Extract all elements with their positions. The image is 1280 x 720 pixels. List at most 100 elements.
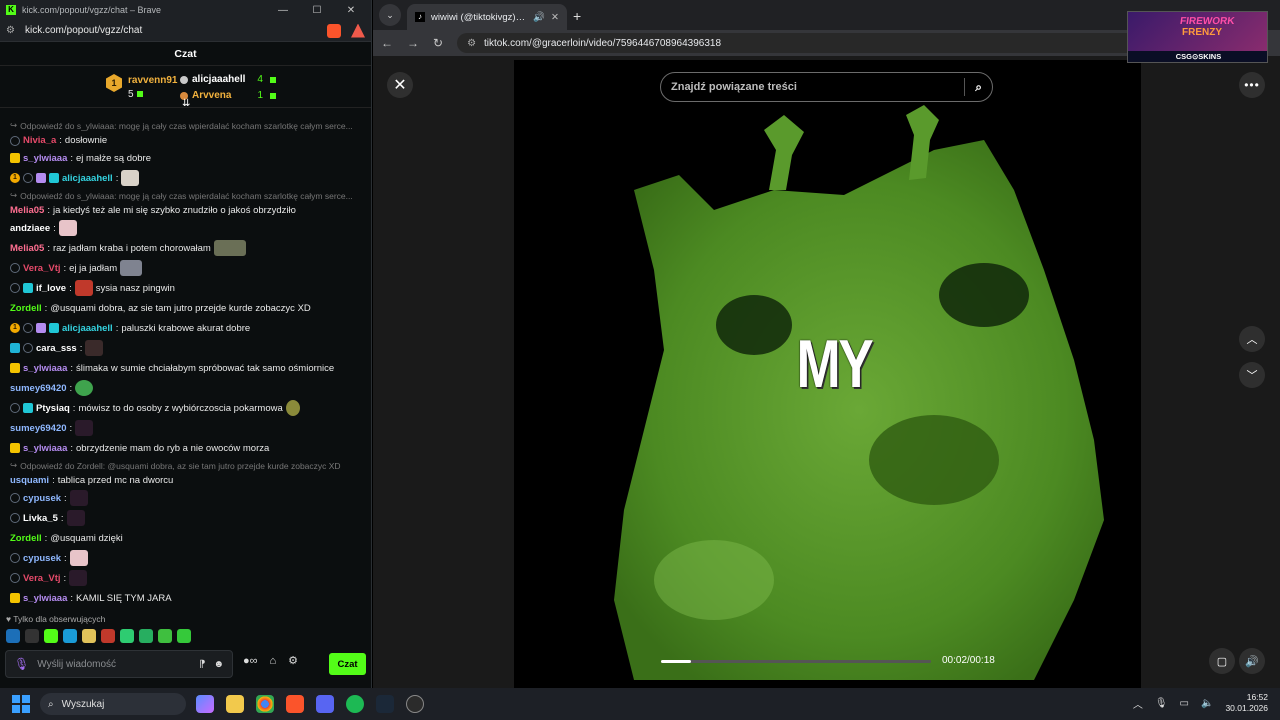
discord-icon[interactable] (316, 695, 334, 713)
related-search-input[interactable]: Znajdź powiązane treści ⌕ (660, 72, 993, 102)
more-options-button[interactable]: ••• (1239, 72, 1265, 98)
forward-icon[interactable]: → (407, 36, 419, 50)
chat-username[interactable]: Ptysiaq (36, 403, 70, 414)
chat-username[interactable]: sumey69420 (10, 423, 67, 434)
send-chat-button[interactable]: Czat (329, 653, 366, 675)
emote-button[interactable] (82, 629, 96, 643)
reload-icon[interactable]: ↻ (433, 36, 443, 50)
speaker-icon[interactable]: 🔊 (533, 12, 545, 23)
emote-button[interactable] (158, 629, 172, 643)
chat-username[interactable]: usquami (10, 475, 49, 486)
chat-username[interactable]: cara_sss (36, 343, 77, 354)
emote-button[interactable] (177, 629, 191, 643)
brave-rewards-icon[interactable] (351, 23, 365, 38)
emote-image (58, 220, 77, 236)
steam-icon[interactable] (376, 695, 394, 713)
emote-button[interactable] (101, 629, 115, 643)
chat-text: @usquami dzięki (50, 532, 123, 544)
close-tab-icon[interactable]: ✕ (551, 12, 559, 23)
chat-username[interactable]: Melia05 (10, 205, 44, 216)
next-video-button[interactable]: ﹀ (1239, 362, 1265, 388)
gifter-row[interactable]: Arvvena 1 (180, 88, 277, 104)
browser-window: ⌄ ♪ wiwiwi (@tiktokivgz) | TikTok 🔊 ✕ + … (373, 0, 1280, 688)
spotify-icon[interactable] (346, 695, 364, 713)
chat-input[interactable]: 🎙 Wyślij wiadomość ⁋ ☻ (5, 650, 233, 678)
start-button[interactable] (12, 695, 30, 713)
chat-username[interactable]: alicjaaahell (62, 173, 113, 184)
maximize-button[interactable]: ☐ (303, 5, 331, 16)
close-window-button[interactable]: ✕ (337, 5, 365, 16)
chat-username[interactable]: Melia05 (10, 243, 44, 254)
volume-button[interactable]: 🔊 (1239, 648, 1265, 674)
new-tab-button[interactable]: + (573, 8, 581, 24)
tab-tiktok[interactable]: ♪ wiwiwi (@tiktokivgz) | TikTok 🔊 ✕ (407, 4, 567, 30)
settings-icon[interactable]: ⚙ (288, 654, 298, 667)
address-bar[interactable]: ⚙ tiktok.com/@gracerloin/video/759644670… (457, 33, 1138, 53)
brave-shields-icon[interactable] (327, 23, 341, 38)
chat-username[interactable]: s_ylwiaaa (23, 593, 67, 604)
app-icon[interactable] (406, 695, 424, 713)
chat-message: andziaee: (0, 218, 370, 238)
chat-message: Livka_5: (0, 508, 370, 528)
collapse-icon[interactable]: ⇊ (182, 98, 190, 109)
chat-username[interactable]: s_ylwiaaa (23, 443, 67, 454)
file-explorer-icon[interactable] (226, 695, 244, 713)
minimize-button[interactable]: — (269, 5, 297, 16)
chat-username[interactable]: Vera_Vtj (23, 263, 61, 274)
reply-header[interactable]: ↪ Odpowiedź do s_ylwiaaa: mogę ją cały c… (0, 188, 370, 203)
translate-icon[interactable]: ⁋ (199, 659, 205, 670)
taskbar-search[interactable]: ⌕ Wyszukaj (40, 693, 186, 715)
chat-username[interactable]: cypusek (23, 553, 61, 564)
emote-button[interactable] (120, 629, 134, 643)
chat-username[interactable]: Livka_5 (23, 513, 58, 524)
network-icon[interactable]: ▭ (1180, 698, 1189, 709)
reply-header[interactable]: ↪ Odpowiedź do s_ylwiaaa: mogę ją cały c… (0, 118, 370, 133)
tab-search-icon[interactable]: ⌄ (379, 4, 401, 26)
close-video-button[interactable]: ✕ (387, 72, 413, 98)
chat-username[interactable]: s_ylwiaaa (23, 363, 67, 374)
emote-button[interactable] (6, 629, 20, 643)
crown-badge-icon (10, 443, 20, 453)
gifter-row[interactable]: alicjaaahell 4 (180, 72, 276, 88)
vip-badge-icon (49, 323, 59, 333)
chat-input-placeholder[interactable]: Wyślij wiadomość (37, 659, 191, 670)
microphone-icon[interactable]: 🎙 (14, 657, 29, 671)
chat-username[interactable]: cypusek (23, 493, 61, 504)
chat-username[interactable]: alicjaaahell (62, 323, 113, 334)
chat-message: cypusek: (0, 548, 370, 568)
emote-button[interactable] (63, 629, 77, 643)
emote-button[interactable] (25, 629, 39, 643)
chat-username[interactable]: andziaee (10, 223, 50, 234)
chat-username[interactable]: Nivia_a (23, 135, 56, 146)
chrome-icon[interactable] (256, 695, 274, 713)
chat-username[interactable]: Zordell (10, 303, 42, 314)
video-progress-bar[interactable] (661, 660, 931, 663)
chat-username[interactable]: sumey69420 (10, 383, 67, 394)
back-icon[interactable]: ← (381, 36, 393, 50)
video-player[interactable]: MY 00:02/00:18 ☝ (514, 60, 1141, 688)
chat-username[interactable]: Vera_Vtj (23, 573, 61, 584)
volume-tray-icon[interactable]: 🔈 (1201, 698, 1213, 709)
kicks-icon[interactable]: ●∞ (243, 655, 258, 667)
emote-image (74, 280, 93, 296)
emote-button[interactable] (139, 629, 153, 643)
miniplayer-button[interactable]: ▢ (1209, 648, 1235, 674)
search-icon[interactable]: ⌕ (975, 80, 982, 95)
reply-header[interactable]: ↪ Odpowiedź do Zordell: @usquami dobra, … (0, 458, 370, 473)
chat-username[interactable]: Zordell (10, 533, 42, 544)
emote-button[interactable] (44, 629, 58, 643)
emoji-icon[interactable]: ☻ (213, 659, 224, 670)
site-settings-icon[interactable]: ⚙ (6, 25, 15, 36)
clock[interactable]: 16:52 30.01.2026 (1225, 692, 1268, 714)
site-info-icon[interactable]: ⚙ (467, 38, 476, 49)
chat-username[interactable]: s_ylwiaaa (23, 153, 67, 164)
copilot-icon[interactable] (196, 695, 214, 713)
chat-username[interactable]: if_love (36, 283, 66, 294)
tray-expand-icon[interactable]: ︿ (1133, 696, 1143, 711)
top-gifter[interactable]: 1 ravvenn91 5 (106, 74, 177, 102)
brave-icon[interactable] (286, 695, 304, 713)
previous-video-button[interactable]: ︿ (1239, 326, 1265, 352)
kick-url[interactable]: kick.com/popout/vgzz/chat (25, 25, 142, 36)
store-icon[interactable]: ⌂ (270, 655, 277, 667)
microphone-tray-icon[interactable]: 🎙 (1155, 698, 1168, 709)
